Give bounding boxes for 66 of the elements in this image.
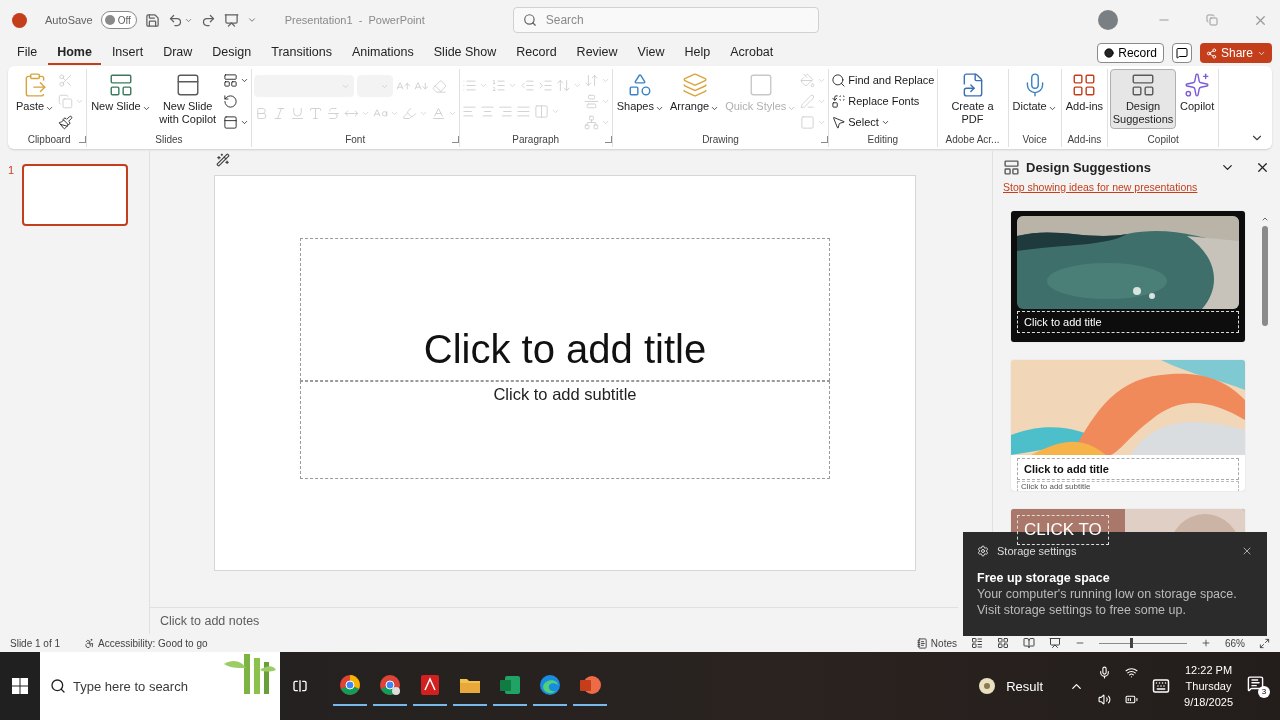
ribbon-tab[interactable]: Design xyxy=(203,41,261,65)
ribbon-tool-button[interactable]: Select xyxy=(831,112,935,132)
notes-button[interactable]: Notes xyxy=(916,637,957,649)
ribbon-button[interactable]: Shapes xyxy=(614,69,666,116)
ribbon-button[interactable]: Arrange xyxy=(668,69,722,116)
ribbon-tool-button[interactable]: Find and Replace xyxy=(831,70,935,90)
group-label: Font xyxy=(344,133,367,145)
notes-field[interactable]: Click to add notes xyxy=(150,607,958,634)
autosave-label: AutoSave xyxy=(45,14,93,26)
ribbon-tab[interactable]: Help xyxy=(675,41,720,65)
ribbon-button[interactable]: Paste xyxy=(14,69,57,116)
ribbon-tab[interactable]: Record xyxy=(507,41,566,65)
notifications-button[interactable]: 3 xyxy=(1247,674,1270,698)
weather-widget[interactable]: Result xyxy=(972,676,1050,696)
group-label: Clipboard xyxy=(26,134,72,145)
clock-day[interactable]: Thursday xyxy=(1185,680,1232,692)
card-subtitle: Click to add subtitle xyxy=(1017,481,1239,491)
clock-date[interactable]: 9/18/2025 xyxy=(1184,696,1233,708)
zoom-level[interactable]: 66% xyxy=(1225,637,1245,649)
stop-ideas-link[interactable]: Stop showing ideas for new presentations xyxy=(1003,181,1280,193)
ribbon-tab[interactable]: Acrobat xyxy=(721,41,783,65)
ribbon-tab[interactable]: Draw xyxy=(154,41,202,65)
toast-title: Free up storage space xyxy=(977,571,1111,585)
ribbon-tool-button[interactable]: Replace Fonts xyxy=(831,91,935,111)
card-title: Click to add title xyxy=(1017,311,1239,333)
clock-time[interactable]: 12:22 PM xyxy=(1185,664,1233,676)
window-title: Presentation1 - PowerPoint xyxy=(284,14,425,26)
group-label: Paragraph xyxy=(511,134,560,145)
search-field[interactable]: Search xyxy=(512,7,819,33)
ribbon-button[interactable]: Copilot xyxy=(1178,69,1217,116)
ribbon-button[interactable]: Add-ins xyxy=(1063,69,1106,116)
autosave-toggle[interactable]: Off xyxy=(100,11,137,29)
record-button[interactable]: Record xyxy=(1097,43,1164,63)
group-label: Drawing xyxy=(701,134,740,145)
toast-message: Your computer's running low on storage space. Visit storage settings to free some up. xyxy=(977,586,1238,618)
ribbon-button[interactable]: New Slide with Copilot xyxy=(154,69,221,129)
ribbon-tab[interactable]: View xyxy=(628,41,674,65)
ribbon-button[interactable]: Dictate xyxy=(1010,69,1059,116)
subtitle-placeholder[interactable]: Click to add subtitle xyxy=(300,380,830,479)
ribbon-button[interactable]: Create a PDF xyxy=(939,69,1006,129)
ribbon-tab[interactable]: Insert xyxy=(102,41,153,65)
ribbon-button[interactable]: New Slide xyxy=(89,69,153,116)
ribbon-button[interactable]: Design Suggestions xyxy=(1110,69,1177,129)
accessibility-status[interactable]: Accessibility: Good to go xyxy=(84,637,208,649)
share-button[interactable]: Share xyxy=(1199,43,1272,63)
ribbon-tab[interactable]: Animations xyxy=(342,41,423,65)
panel-title: Design Suggestions xyxy=(1026,160,1151,175)
group-label: Slides xyxy=(155,134,183,145)
ribbon-tab[interactable]: Review xyxy=(567,41,627,65)
card-title: Click to add title xyxy=(1017,458,1239,480)
group-label: Adobe Acr... xyxy=(945,133,1000,145)
ribbon-tab[interactable]: File xyxy=(8,41,47,65)
group-label: Voice xyxy=(1022,133,1047,145)
group-label: Add-ins xyxy=(1067,133,1102,145)
design-card[interactable]: Click to add title Click to add subtitle xyxy=(1011,360,1245,491)
toast-app-name: Storage settings xyxy=(997,545,1077,557)
ribbon-tab[interactable]: Slide Show xyxy=(424,41,506,65)
group-label: Copilot xyxy=(1147,133,1179,145)
design-card[interactable]: Click to add title xyxy=(1011,211,1245,342)
slide-count: Slide 1 of 1 xyxy=(10,637,61,649)
taskbar-search-field[interactable]: Type here to search xyxy=(40,652,280,720)
title-placeholder[interactable]: Click to add title xyxy=(300,237,830,381)
notification-count: 3 xyxy=(1258,685,1270,698)
ribbon-tab[interactable]: Transitions xyxy=(262,41,341,65)
slide-number: 1 xyxy=(8,164,15,176)
group-label: Editing xyxy=(867,134,899,145)
